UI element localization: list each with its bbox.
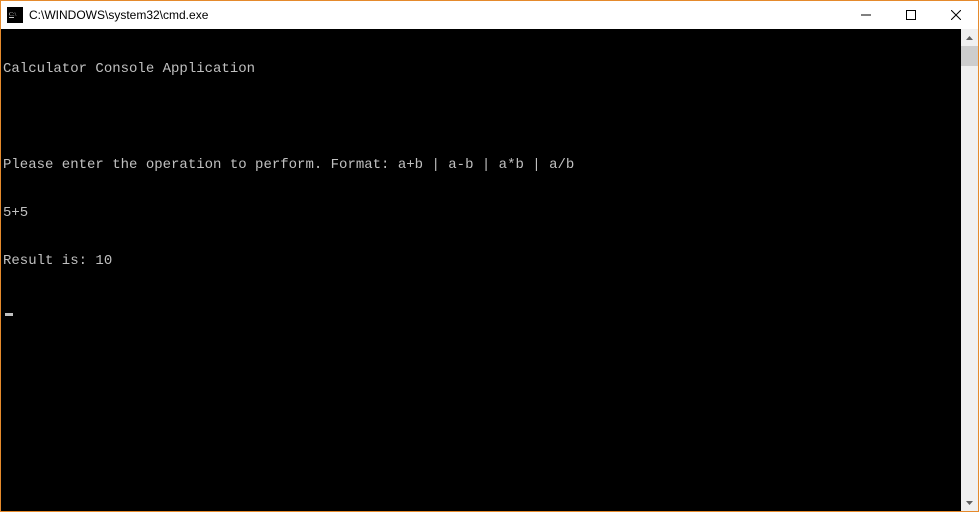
close-button[interactable] <box>933 1 978 29</box>
console-line <box>1 109 961 125</box>
scroll-thumb[interactable] <box>961 46 978 66</box>
scroll-down-button[interactable] <box>961 494 978 511</box>
console-line: Calculator Console Application <box>1 61 961 77</box>
cmd-icon: C:\ <box>7 7 23 23</box>
cursor-icon <box>5 313 13 316</box>
console-output[interactable]: Calculator Console Application Please en… <box>1 29 961 511</box>
scroll-track[interactable] <box>961 46 978 494</box>
minimize-button[interactable] <box>843 1 888 29</box>
console-line: 5+5 <box>1 205 961 221</box>
titlebar[interactable]: C:\ C:\WINDOWS\system32\cmd.exe <box>1 1 978 29</box>
cmd-window: C:\ C:\WINDOWS\system32\cmd.exe Calculat… <box>0 0 979 512</box>
vertical-scrollbar[interactable] <box>961 29 978 511</box>
console-cursor-line <box>1 301 961 317</box>
scroll-up-button[interactable] <box>961 29 978 46</box>
window-title: C:\WINDOWS\system32\cmd.exe <box>29 1 843 29</box>
content-area: Calculator Console Application Please en… <box>1 29 978 511</box>
maximize-button[interactable] <box>888 1 933 29</box>
console-line: Please enter the operation to perform. F… <box>1 157 961 173</box>
console-line: Result is: 10 <box>1 253 961 269</box>
window-controls <box>843 1 978 29</box>
